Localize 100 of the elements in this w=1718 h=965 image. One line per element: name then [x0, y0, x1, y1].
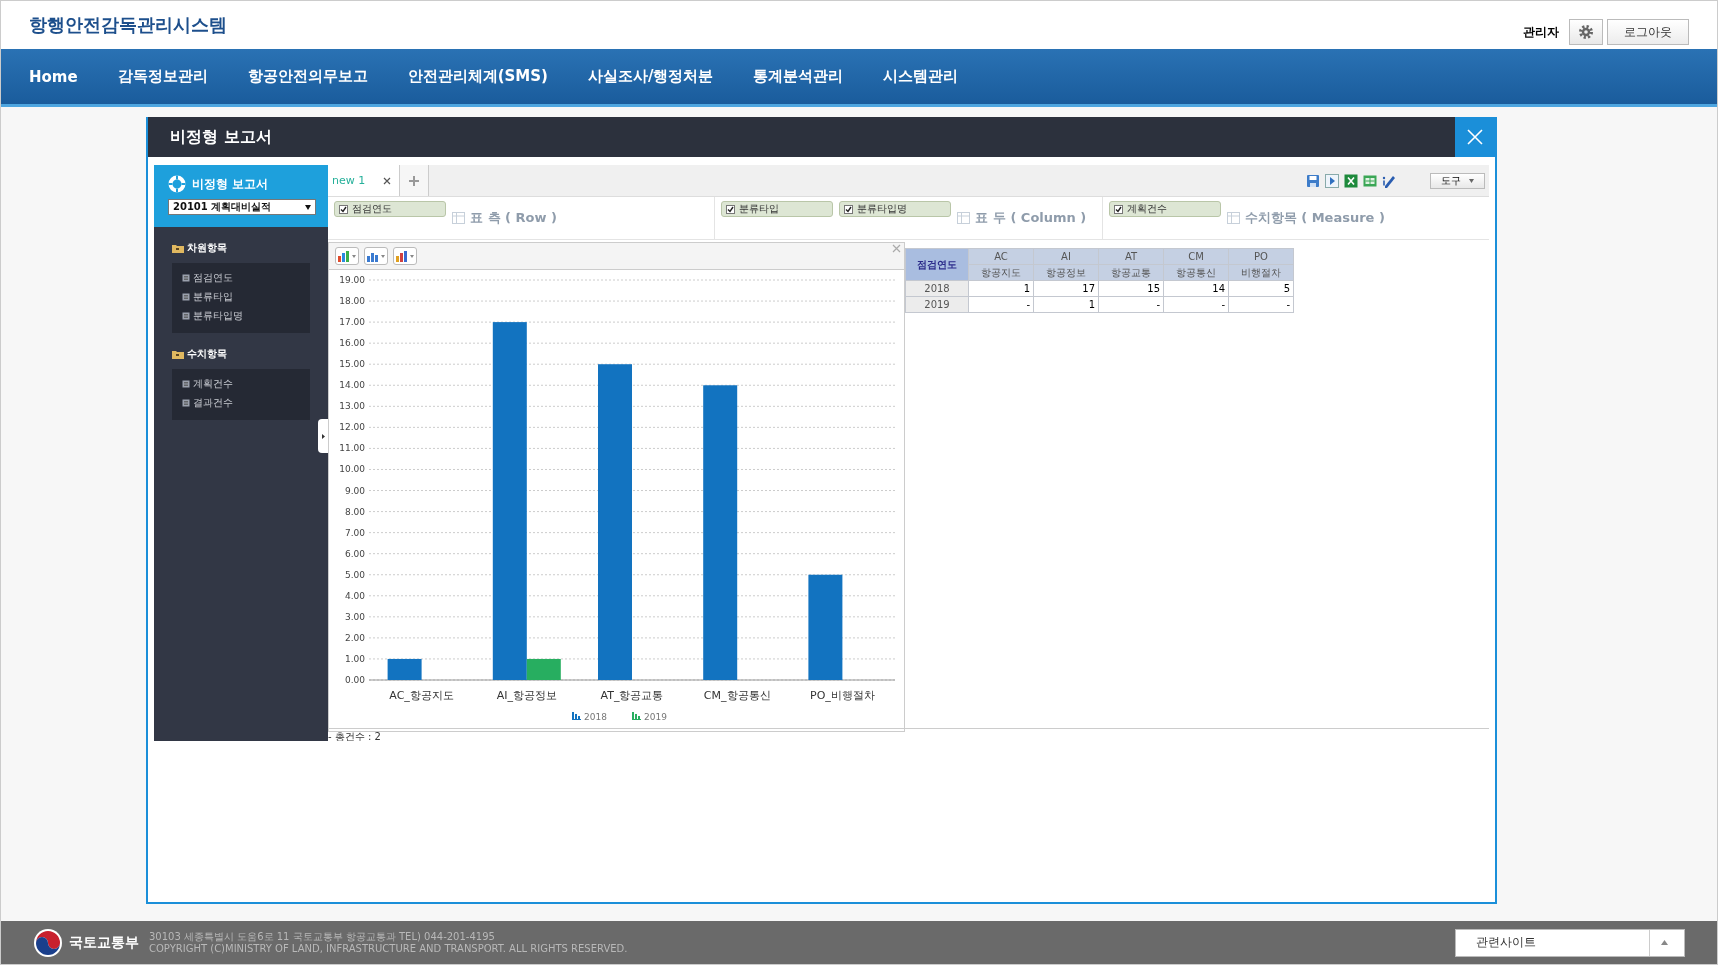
table-header: AC: [968, 248, 1034, 265]
related-sites-select[interactable]: 관련사이트: [1455, 928, 1685, 957]
gear-icon: [1578, 24, 1594, 40]
emblem-icon: [33, 927, 63, 958]
table-header: AT: [1098, 248, 1164, 265]
field-item[interactable]: 분류타입명: [182, 309, 300, 323]
table-icon: [452, 212, 465, 224]
nav-item[interactable]: 감독정보관리: [97, 67, 228, 86]
nav-item[interactable]: 통계분석관리: [733, 67, 864, 86]
table-icon: [1226, 212, 1240, 224]
axis-label: 13.00: [339, 401, 365, 412]
chart-type-button[interactable]: [335, 247, 359, 265]
axis-label: 1.00: [344, 653, 365, 664]
nav-item[interactable]: 항공안전의무보고: [227, 67, 388, 86]
axis-label: 18.00: [339, 296, 365, 307]
sidebar-title: 비정형 보고서: [192, 175, 269, 193]
axis-label: 15.00: [339, 359, 365, 370]
drop-zone[interactable]: 점검연도 표 측 ( Row ): [328, 197, 716, 239]
nav-item[interactable]: Home: [9, 67, 98, 86]
settings-button[interactable]: [1569, 19, 1603, 45]
document-icon: [182, 312, 190, 320]
drop-zone[interactable]: 계획건수 수치항목 ( Measure ): [1102, 197, 1489, 239]
axis-label: 8.00: [344, 506, 365, 517]
total-count: - 총건수 : 2: [328, 731, 381, 741]
address-text: 30103 세종특별시 도움6로 11 국토교통부 항공교통과 TEL) 044-201-4195: [149, 930, 496, 943]
table-header: 점검연도: [905, 248, 969, 281]
zone-label: 수치항목 ( Measure ): [1244, 209, 1385, 227]
group-label: 차원항목: [187, 241, 227, 255]
close-icon: [1466, 128, 1484, 146]
field-item[interactable]: 계획건수: [182, 377, 300, 391]
axis-label: CM_항공통신: [703, 689, 771, 702]
table-icon: [957, 212, 971, 224]
play-icon[interactable]: [1324, 172, 1340, 189]
field-item[interactable]: 점검연도: [182, 271, 300, 285]
legend-label: 2018: [584, 712, 607, 722]
axis-label: AC_항공지도: [389, 689, 454, 702]
chart-type-button[interactable]: [393, 247, 417, 265]
axis-label: 9.00: [344, 485, 365, 496]
axis-label: 5.00: [344, 569, 365, 580]
folder-icon: [172, 349, 184, 359]
bar: [387, 658, 422, 680]
ring-icon: [168, 175, 186, 193]
document-icon: [182, 293, 190, 301]
user-name: 관리자: [1523, 23, 1559, 41]
axis-label: 10.00: [339, 464, 365, 475]
caret-icon: [1469, 178, 1474, 183]
site-title: 항행안전감독관리시스템: [29, 13, 228, 37]
chart-type-button[interactable]: [364, 247, 388, 265]
checkbox[interactable]: [1113, 204, 1123, 214]
axis-label: 4.00: [344, 590, 365, 601]
collapse-handle[interactable]: [318, 419, 328, 453]
axis-label: 2.00: [344, 632, 365, 643]
table-header: AI: [1033, 248, 1099, 265]
axis-label: 16.00: [339, 338, 365, 349]
axis-label: AT_항공교통: [600, 689, 664, 702]
checkbox[interactable]: [844, 204, 854, 214]
group-label: 수치항목: [187, 347, 227, 361]
nav-item[interactable]: 안전관리체계(SMS): [387, 67, 568, 86]
field-item[interactable]: 결과건수: [182, 396, 300, 410]
axis-label: PO_비행절차: [810, 689, 875, 702]
document-icon: [182, 399, 190, 407]
spreadsheet-icon[interactable]: [1343, 172, 1359, 189]
logout-button[interactable]: 로그아웃: [1607, 19, 1689, 45]
axis-label: 11.00: [339, 443, 365, 454]
field-chip[interactable]: 분류타입명: [839, 201, 952, 217]
checkbox[interactable]: [726, 204, 736, 214]
report-select[interactable]: 20101 계획대비실적: [168, 199, 316, 215]
axis-label: AI_항공정보: [496, 689, 557, 702]
axis-label: 14.00: [339, 380, 365, 391]
document-icon: [182, 380, 190, 388]
zone-label: 표 측 ( Row ): [470, 209, 557, 227]
axis-label: 12.00: [339, 422, 365, 433]
caret-icon: [305, 204, 311, 210]
field-item[interactable]: 분류타입: [182, 290, 300, 304]
field-chip[interactable]: 점검연도: [334, 201, 446, 217]
axis-label: 3.00: [344, 611, 365, 622]
tools-button[interactable]: 도구: [1430, 172, 1485, 189]
checkbox[interactable]: [339, 204, 348, 214]
drop-zone[interactable]: 분류타입 분류타입명 표 두 ( Column ): [715, 197, 1103, 239]
dialog-title: 비정형 보고서: [169, 126, 272, 148]
axis-label: 7.00: [344, 527, 365, 538]
save-icon[interactable]: [1305, 172, 1321, 189]
folder-icon: [172, 243, 184, 253]
add-tab-button[interactable]: [399, 165, 430, 196]
close-icon[interactable]: [383, 176, 392, 185]
nav-item[interactable]: 시스템관리: [863, 67, 979, 86]
field-chip[interactable]: 분류타입: [721, 201, 834, 217]
plus-icon: [408, 174, 421, 187]
nav-item[interactable]: 사실조사/행정처분: [567, 67, 734, 86]
field-chip[interactable]: 계획건수: [1108, 201, 1221, 217]
caret-icon: [1660, 940, 1668, 945]
legend-label: 2019: [644, 712, 667, 722]
org-name: 국토교통부: [69, 933, 139, 952]
table-header: PO: [1228, 248, 1294, 265]
axis-label: 19.00: [339, 275, 365, 285]
table-header: CM: [1163, 248, 1229, 265]
copyright-text: COPYRIGHT (C)MINISTRY OF LAND, INFRASTRUCTURE AND TRANSPORT. ALL RIGHTS RESERVED.: [149, 942, 629, 955]
zone-label: 표 두 ( Column ): [975, 209, 1087, 227]
axis-label: 0.00: [344, 675, 365, 685]
axis-label: 17.00: [339, 317, 365, 328]
